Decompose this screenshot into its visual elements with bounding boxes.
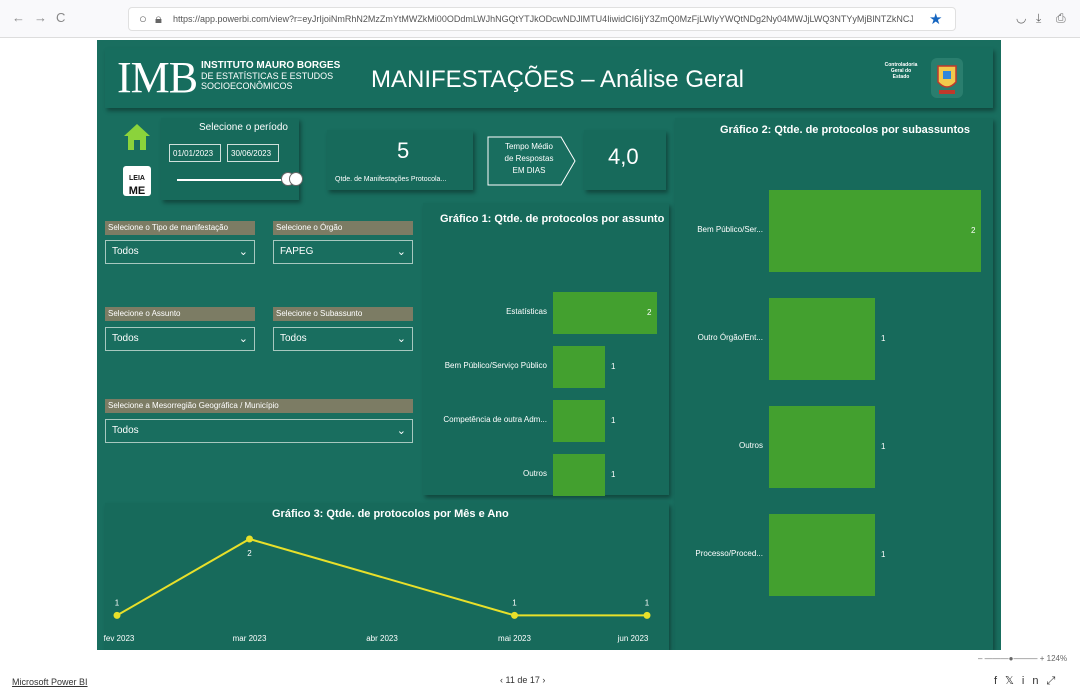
extensions-icon[interactable]: ⎙: [1056, 11, 1066, 26]
chart2-bar[interactable]: [769, 406, 875, 488]
chart1-bar[interactable]: [553, 346, 605, 388]
chart1-category-label: Outros: [522, 469, 547, 478]
chevron-down-icon: ⌄: [396, 333, 406, 345]
chart3-data-label: 1: [645, 598, 650, 607]
imb-logo: IMB: [117, 53, 198, 102]
chart1-category-label: Estatísticas: [506, 307, 547, 316]
subassunto-filter-label: Selecione o Subassunto: [273, 307, 413, 321]
chart1-bar[interactable]: [553, 400, 605, 442]
page-title: MANIFESTAÇÕES – Análise Geral: [371, 66, 745, 93]
report-canvas: IMB INSTITUTO MAURO BORGES DE ESTATÍSTIC…: [97, 40, 1001, 650]
chart3-data-label: 1: [115, 598, 120, 607]
period-slider-handle-end[interactable]: [289, 172, 303, 186]
leia-me-button[interactable]: LEIA ME: [123, 166, 151, 197]
chart2-data-label: 1: [881, 334, 886, 343]
chart3-x-tick-label: mar 2023: [233, 634, 267, 643]
chart3-title: Gráfico 3: Qtde. de protocolos por Mês e…: [272, 508, 509, 520]
chart3-x-tick-label: mai 2023: [498, 634, 531, 643]
imb-logo-text: INSTITUTO MAURO BORGES DE ESTATÍSTICAS E…: [201, 60, 341, 92]
powerbi-link[interactable]: Microsoft Power BI: [12, 677, 88, 687]
chart2-data-label: 2: [971, 226, 976, 235]
chevron-down-icon: ⌄: [238, 246, 248, 258]
chart2-data-label: 1: [881, 442, 886, 451]
chevron-down-icon: ⌄: [396, 246, 406, 258]
subassunto-dropdown[interactable]: Todos ⌄: [273, 327, 413, 351]
kpi-count-card: 5 Qtde. de Manifestações Protocola...: [327, 130, 473, 190]
reload-icon[interactable]: C: [56, 10, 65, 25]
chart2-title: Gráfico 2: Qtde. de protocolos por subas…: [720, 124, 970, 136]
chart2-data-label: 1: [881, 550, 886, 559]
chart3-x-tick-label: jun 2023: [617, 634, 649, 643]
chart3-data-label: 1: [512, 598, 517, 607]
chart1-data-label: 1: [611, 416, 616, 425]
chevron-down-icon: ⌄: [396, 425, 406, 437]
powerbi-footer: – ———●——— + 124% Microsoft Power BI ‹ 11…: [0, 650, 1080, 689]
chart2-plot: Bem Público/Ser... 2 Outro Órgão/Ent... 1 Ou…: [675, 150, 993, 650]
chart3-point[interactable]: [113, 611, 121, 619]
pocket-icon[interactable]: ◡: [1016, 11, 1026, 25]
meso-dropdown[interactable]: Todos ⌄: [105, 419, 413, 443]
period-slider-track[interactable]: [177, 179, 289, 181]
browser-toolbar: ← → C ○ 🔒︎ https://app.powerbi.com/view?…: [0, 0, 1080, 38]
kpi-avg-label-box: Tempo Médio de Respostas EM DIAS: [487, 136, 577, 186]
kpi-count-label: Qtde. de Manifestações Protocola...: [335, 176, 447, 183]
bookmark-star-icon[interactable]: ★: [929, 10, 942, 28]
chart1-bar[interactable]: [553, 454, 605, 496]
back-icon[interactable]: ←: [12, 10, 25, 25]
chart3-series-line: [116, 537, 647, 617]
page-navigator[interactable]: ‹ 11 de 17 ›: [500, 675, 545, 685]
chart3-data-label: 2: [247, 549, 252, 558]
forward-icon[interactable]: →: [34, 10, 47, 25]
assunto-dropdown[interactable]: Todos ⌄: [105, 327, 255, 351]
kpi-avg-value: 4,0: [608, 144, 639, 169]
page-margin-right: [1001, 40, 1080, 650]
meso-filter-label: Selecione a Mesorregião Geográfica / Mun…: [105, 399, 413, 413]
tipo-filter-label: Selecione o Tipo de manifestação: [105, 221, 255, 235]
kpi-count-value: 5: [397, 138, 410, 163]
chart2-category-label: Outro Órgão/Ent...: [697, 333, 763, 342]
tipo-dropdown[interactable]: Todos ⌄: [105, 240, 255, 264]
chart2-category-label: Outros: [738, 441, 763, 450]
chart1-title: Gráfico 1: Qtde. de protocolos por assun…: [440, 213, 665, 225]
chart1-category-label: Bem Público/Serviço Público: [444, 361, 547, 370]
chart1-data-label: 1: [611, 362, 616, 371]
report-header: IMB INSTITUTO MAURO BORGES DE ESTATÍSTIC…: [105, 48, 993, 108]
chart2-bar[interactable]: [769, 298, 875, 380]
chevron-down-icon: ⌄: [238, 333, 248, 345]
home-icon[interactable]: [123, 122, 151, 152]
period-filter-panel: Selecione o período 01/01/2023 30/06/202…: [161, 118, 303, 200]
chart2-category-label: Processo/Proced...: [695, 549, 763, 558]
chart1-data-label: 2: [647, 308, 652, 317]
tracking-shield-icon[interactable]: ○: [139, 11, 147, 26]
download-icon[interactable]: ⤓: [1036, 11, 1041, 26]
chart2-bar[interactable]: [769, 514, 875, 596]
share-icons[interactable]: f𝕏in⤢: [994, 674, 1063, 688]
orgao-dropdown[interactable]: FAPEG ⌄: [273, 240, 413, 264]
period-label: Selecione o período: [199, 122, 288, 133]
address-bar[interactable]: ○ 🔒︎ https://app.powerbi.com/view?r=eyJr…: [128, 7, 956, 31]
chart1-category-label: Competência de outra Adm...: [443, 415, 547, 424]
chart2-bar[interactable]: [769, 190, 981, 272]
chart3-point[interactable]: [643, 611, 651, 619]
period-end-input[interactable]: 30/06/2023: [227, 144, 279, 162]
zoom-slider[interactable]: – ———●——— + 124%: [978, 654, 1067, 663]
lock-icon[interactable]: 🔒︎: [155, 11, 162, 27]
controladoria-logo: Controladoria Geral do Estado: [884, 62, 918, 80]
chart3-point[interactable]: [511, 611, 518, 619]
chart3-x-tick-label: fev 2023: [104, 634, 135, 643]
chart1-bar[interactable]: [553, 292, 657, 334]
state-seal-icon: [931, 58, 963, 98]
orgao-filter-label: Selecione o Órgão: [273, 221, 413, 235]
chart1-plot: Estatísticas 2 Bem Público/Serviço Público…: [423, 240, 669, 496]
page-margin-left: [0, 40, 97, 650]
assunto-filter-label: Selecione o Assunto: [105, 307, 255, 321]
url-text[interactable]: https://app.powerbi.com/view?r=eyJrIjoiN…: [173, 14, 913, 24]
chart3-x-tick-label: abr 2023: [366, 634, 398, 643]
chart2-category-label: Bem Público/Ser...: [697, 225, 763, 234]
chart3-plot: 1 2 1 1 fev 2023 mar 2023 abr 2023 mai 2023 jun …: [104, 535, 651, 643]
chart1-data-label: 1: [611, 470, 616, 479]
chart3-point[interactable]: [246, 535, 253, 543]
period-start-input[interactable]: 01/01/2023: [169, 144, 221, 162]
kpi-avg-card: 4,0: [584, 130, 666, 190]
